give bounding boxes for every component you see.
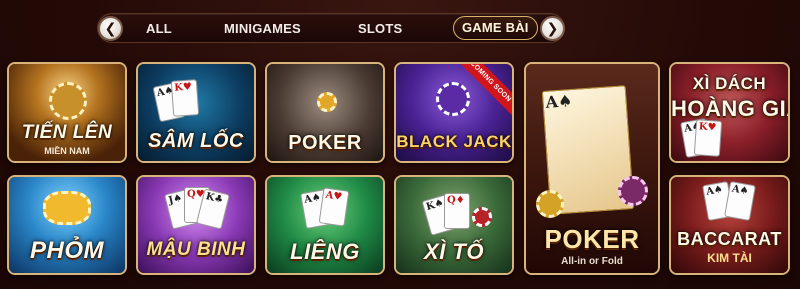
- chip-icon: [472, 207, 492, 227]
- tab-minigames[interactable]: MINIGAMES: [224, 20, 301, 38]
- chevron-right-icon: ❯: [546, 20, 559, 36]
- game-subtitle: KIM TÀI: [707, 251, 752, 265]
- playing-card-icon: A♥: [318, 187, 350, 227]
- spade-chip-icon: [436, 82, 470, 116]
- game-title: LIÊNG: [290, 239, 360, 264]
- playing-card-icon: Q♦: [444, 193, 470, 229]
- tab-all[interactable]: ALL: [146, 20, 172, 38]
- game-title: POKER: [544, 224, 640, 254]
- playing-card-icon: K♥: [170, 79, 200, 117]
- chip-icon: [43, 191, 91, 225]
- chip-icon: [536, 190, 564, 218]
- game-category-nav: ❮ ALL MINIGAMES SLOTS GAME BÀI ❯: [97, 13, 565, 43]
- game-tile-phom[interactable]: PHỎM: [7, 175, 127, 275]
- game-tile-tien-len[interactable]: TIẾN LÊN MIỀN NAM: [7, 62, 127, 163]
- chevron-left-icon: ❮: [104, 20, 117, 36]
- game-tile-black-jack[interactable]: COMING SOON BLACK JACK: [394, 62, 514, 163]
- game-tile-mau-binh[interactable]: J♠ Q♥ K♣ MẬU BINH: [136, 175, 256, 275]
- game-title: SÂM LỐC: [148, 130, 244, 152]
- game-title: XÌ TỐ: [424, 239, 484, 264]
- game-tile-poker-all-in[interactable]: A♠ POKER All-in or Fold: [524, 62, 660, 275]
- game-title: POKER: [288, 132, 362, 154]
- tab-slots[interactable]: SLOTS: [358, 20, 402, 38]
- game-tile-sam-loc[interactable]: A♠ K♥ SÂM LỐC: [136, 62, 256, 163]
- game-tile-xi-dach-hoang-gia[interactable]: XÌ DÁCH A♠ K♥ HOÀNG GIA: [669, 62, 790, 163]
- chip-icon: [49, 82, 87, 120]
- game-title: BLACK JACK: [396, 132, 512, 151]
- game-title: MẬU BINH: [146, 239, 246, 260]
- playing-card-icon: K♥: [693, 119, 723, 157]
- chip-icon: [618, 176, 648, 206]
- game-subtitle: HOÀNG GIA: [671, 96, 790, 121]
- game-subtitle: All-in or Fold: [561, 256, 623, 267]
- game-subtitle: MIỀN NAM: [44, 146, 90, 156]
- tab-game-bai[interactable]: GAME BÀI: [453, 16, 538, 40]
- game-title: TIẾN LÊN: [21, 122, 113, 143]
- game-title: XÌ DÁCH: [692, 74, 767, 93]
- game-title: PHỎM: [30, 237, 104, 264]
- game-tile-baccarat-kim-tai[interactable]: A♠ A♠ BACCARAT KIM TÀI: [669, 175, 790, 275]
- nav-prev-button[interactable]: ❮: [98, 16, 123, 41]
- game-tile-lieng[interactable]: A♠ A♥ LIÊNG: [265, 175, 385, 275]
- game-tile-xi-to[interactable]: K♠ Q♦ XÌ TỐ: [394, 175, 514, 275]
- game-title: BACCARAT: [677, 229, 782, 249]
- chip-icon: [317, 92, 337, 112]
- nav-next-button[interactable]: ❯: [540, 16, 565, 41]
- game-tile-poker[interactable]: POKER: [265, 62, 385, 163]
